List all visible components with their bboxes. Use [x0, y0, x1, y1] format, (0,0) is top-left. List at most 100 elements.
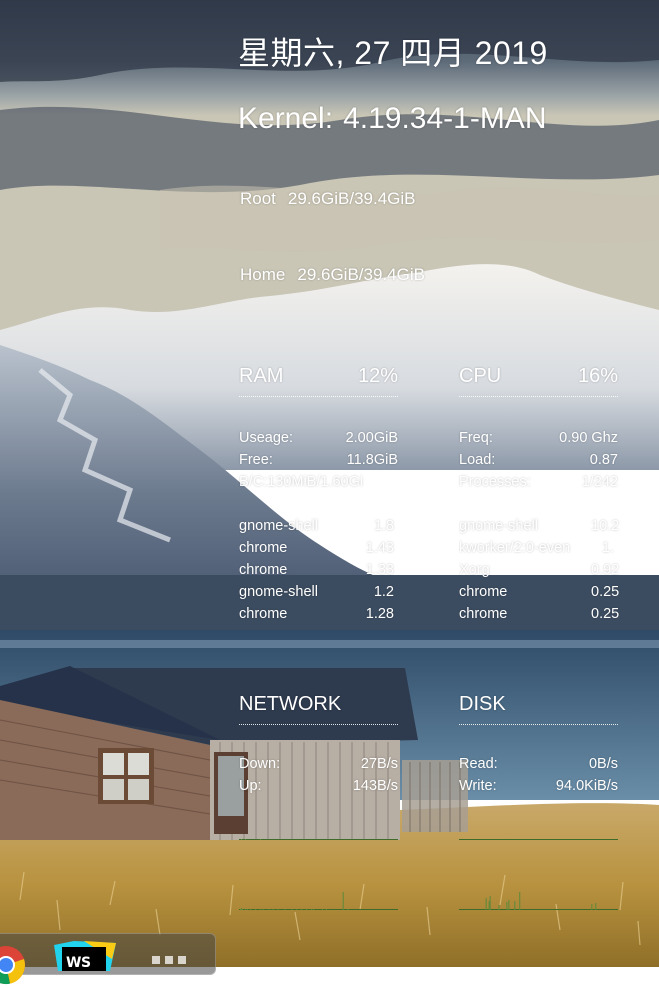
graph-bar: [240, 908, 242, 910]
list-item: gnome-shell 1.8: [239, 515, 398, 537]
list-item: kworker/2:0-even 1.: [459, 537, 618, 559]
list-item: chrome 0.25: [459, 603, 619, 625]
cpu-stat-value: 0.87: [589, 452, 618, 468]
graph-bar: [291, 909, 293, 910]
ram-stat-value: 2.00GiB: [345, 430, 398, 446]
cpu-header: CPU 16%: [459, 362, 618, 390]
graph-bar: [245, 839, 246, 840]
cpu-process-list: gnome-shell 10.2 kworker/2:0-even 1. Xorg 0…: [459, 515, 619, 625]
process-value: 0.92: [591, 562, 620, 578]
graph-bar: [277, 909, 279, 910]
list-item: Xorg 0.92: [459, 559, 619, 581]
show-apps-icon[interactable]: [152, 956, 186, 964]
network-up-graph-svg: [239, 892, 398, 910]
home-usage: 29.6GiB/39.4GiB: [297, 265, 425, 284]
disk-divider: [459, 724, 618, 725]
disk-stat-value: 94.0KiB/s: [555, 778, 618, 794]
ram-stat-key: B/C:130MiB/1.60Gi: [239, 474, 364, 490]
graph-bar: [506, 902, 508, 910]
disk-stat-key: Write:: [459, 778, 497, 794]
webstorm-label: WS: [66, 955, 91, 971]
ram-divider: [239, 396, 398, 397]
apps-dot: [152, 956, 160, 964]
cpu-title: CPU: [459, 365, 502, 387]
graph-bar: [272, 909, 274, 910]
process-name: gnome-shell: [239, 518, 318, 534]
apps-dot: [178, 956, 186, 964]
graph-bar: [301, 909, 303, 910]
ram-stat-row: Free: 11.8GiB: [239, 449, 398, 471]
root-label: Root: [240, 189, 276, 208]
graph-bar: [488, 901, 490, 910]
cpu-stat-key: Load:: [459, 452, 496, 468]
disk-panel: DISK Read: 0B/s Write: 94.0KiB/s: [459, 690, 618, 797]
cpu-stats: Freq: 0.90 Ghz Load: 0.87 Processes: 1/242: [459, 427, 618, 493]
kernel-line: Kernel: 4.19.34-1-MAN: [238, 102, 547, 136]
graph-bar: [259, 909, 261, 910]
apps-dot: [165, 956, 173, 964]
network-stat-row: Down: 27B/s: [239, 753, 398, 775]
disk-title: DISK: [459, 693, 506, 715]
disk-stat-row: Read: 0B/s: [459, 753, 618, 775]
root-filesystem-row: Root 29.6GiB/39.4GiB: [240, 189, 416, 209]
process-value: 1.33: [365, 562, 394, 578]
cpu-stat-row: Freq: 0.90 Ghz: [459, 427, 618, 449]
ram-process-list: gnome-shell 1.8 chrome 1.43 chrome 1.33 gno…: [239, 515, 398, 625]
disk-write-graph-svg: [459, 892, 618, 910]
network-stat-value: 27B/s: [360, 756, 398, 772]
disk-read-graph: [459, 808, 618, 840]
graph-bar: [260, 839, 261, 840]
process-name: gnome-shell: [459, 518, 538, 534]
graph-bar: [498, 905, 500, 910]
graph-bar: [508, 900, 510, 910]
list-item: chrome 0.25: [459, 581, 619, 603]
ram-percent: 12%: [357, 365, 398, 387]
process-value: 1.: [601, 540, 614, 556]
cpu-stat-row: Processes: 1/242: [459, 471, 618, 493]
home-filesystem-row: Home 29.6GiB/39.4GiB: [240, 265, 425, 285]
kernel-version: 4.19.34-1-MAN: [343, 102, 547, 135]
process-name: chrome: [239, 606, 288, 622]
graph-bar: [485, 898, 487, 910]
process-name: chrome: [239, 562, 288, 578]
process-name: gnome-shell: [239, 584, 318, 600]
cpu-stat-key: Freq:: [459, 430, 493, 446]
graph-bar: [342, 892, 344, 910]
graph-bar: [268, 909, 270, 910]
process-name: chrome: [459, 606, 508, 622]
list-item: chrome 1.33: [239, 559, 398, 581]
network-stat-value: 143B/s: [352, 778, 398, 794]
cpu-percent: 16%: [577, 365, 618, 387]
network-stat-key: Down:: [239, 756, 281, 772]
network-down-graph: [239, 808, 398, 840]
ram-panel: RAM 12% Useage: 2.00GiB Free: 11.8GiB B/C:…: [239, 362, 398, 625]
network-stats: Down: 27B/s Up: 143B/s: [239, 753, 398, 797]
process-name: kworker/2:0-even: [459, 540, 571, 556]
ram-header: RAM 12%: [239, 362, 398, 390]
process-value: 1.43: [365, 540, 394, 556]
chrome-icon[interactable]: [0, 945, 26, 990]
process-value: 1.28: [365, 606, 394, 622]
disk-write-graph: [459, 878, 618, 910]
network-panel: NETWORK Down: 27B/s Up: 143B/s: [239, 690, 398, 797]
date-heading: 星期六, 27 四月 2019: [238, 35, 548, 71]
cpu-divider: [459, 396, 618, 397]
graph-bar: [311, 909, 313, 910]
graph-bar: [254, 909, 256, 910]
cpu-stat-value: 1/242: [581, 474, 618, 490]
graph-bar: [284, 909, 286, 910]
process-value: 1.2: [373, 584, 394, 600]
graph-bar: [519, 892, 521, 910]
list-item: chrome 1.43: [239, 537, 398, 559]
disk-stat-row: Write: 94.0KiB/s: [459, 775, 618, 797]
ram-stat-key: Free:: [239, 452, 273, 468]
list-item: gnome-shell 10.2: [459, 515, 619, 537]
cpu-stat-key: Processes:: [459, 474, 531, 490]
list-item: gnome-shell 1.2: [239, 581, 398, 603]
conky-system-monitor: 星期六, 27 四月 2019 Kernel: 4.19.34-1-MAN Roo…: [0, 0, 659, 967]
process-value: 0.25: [591, 584, 620, 600]
network-stat-key: Up:: [239, 778, 262, 794]
process-name: Xorg: [459, 562, 490, 578]
cpu-panel: CPU 16% Freq: 0.90 Ghz Load: 0.87 Processe…: [459, 362, 619, 625]
graph-bar: [239, 909, 241, 910]
